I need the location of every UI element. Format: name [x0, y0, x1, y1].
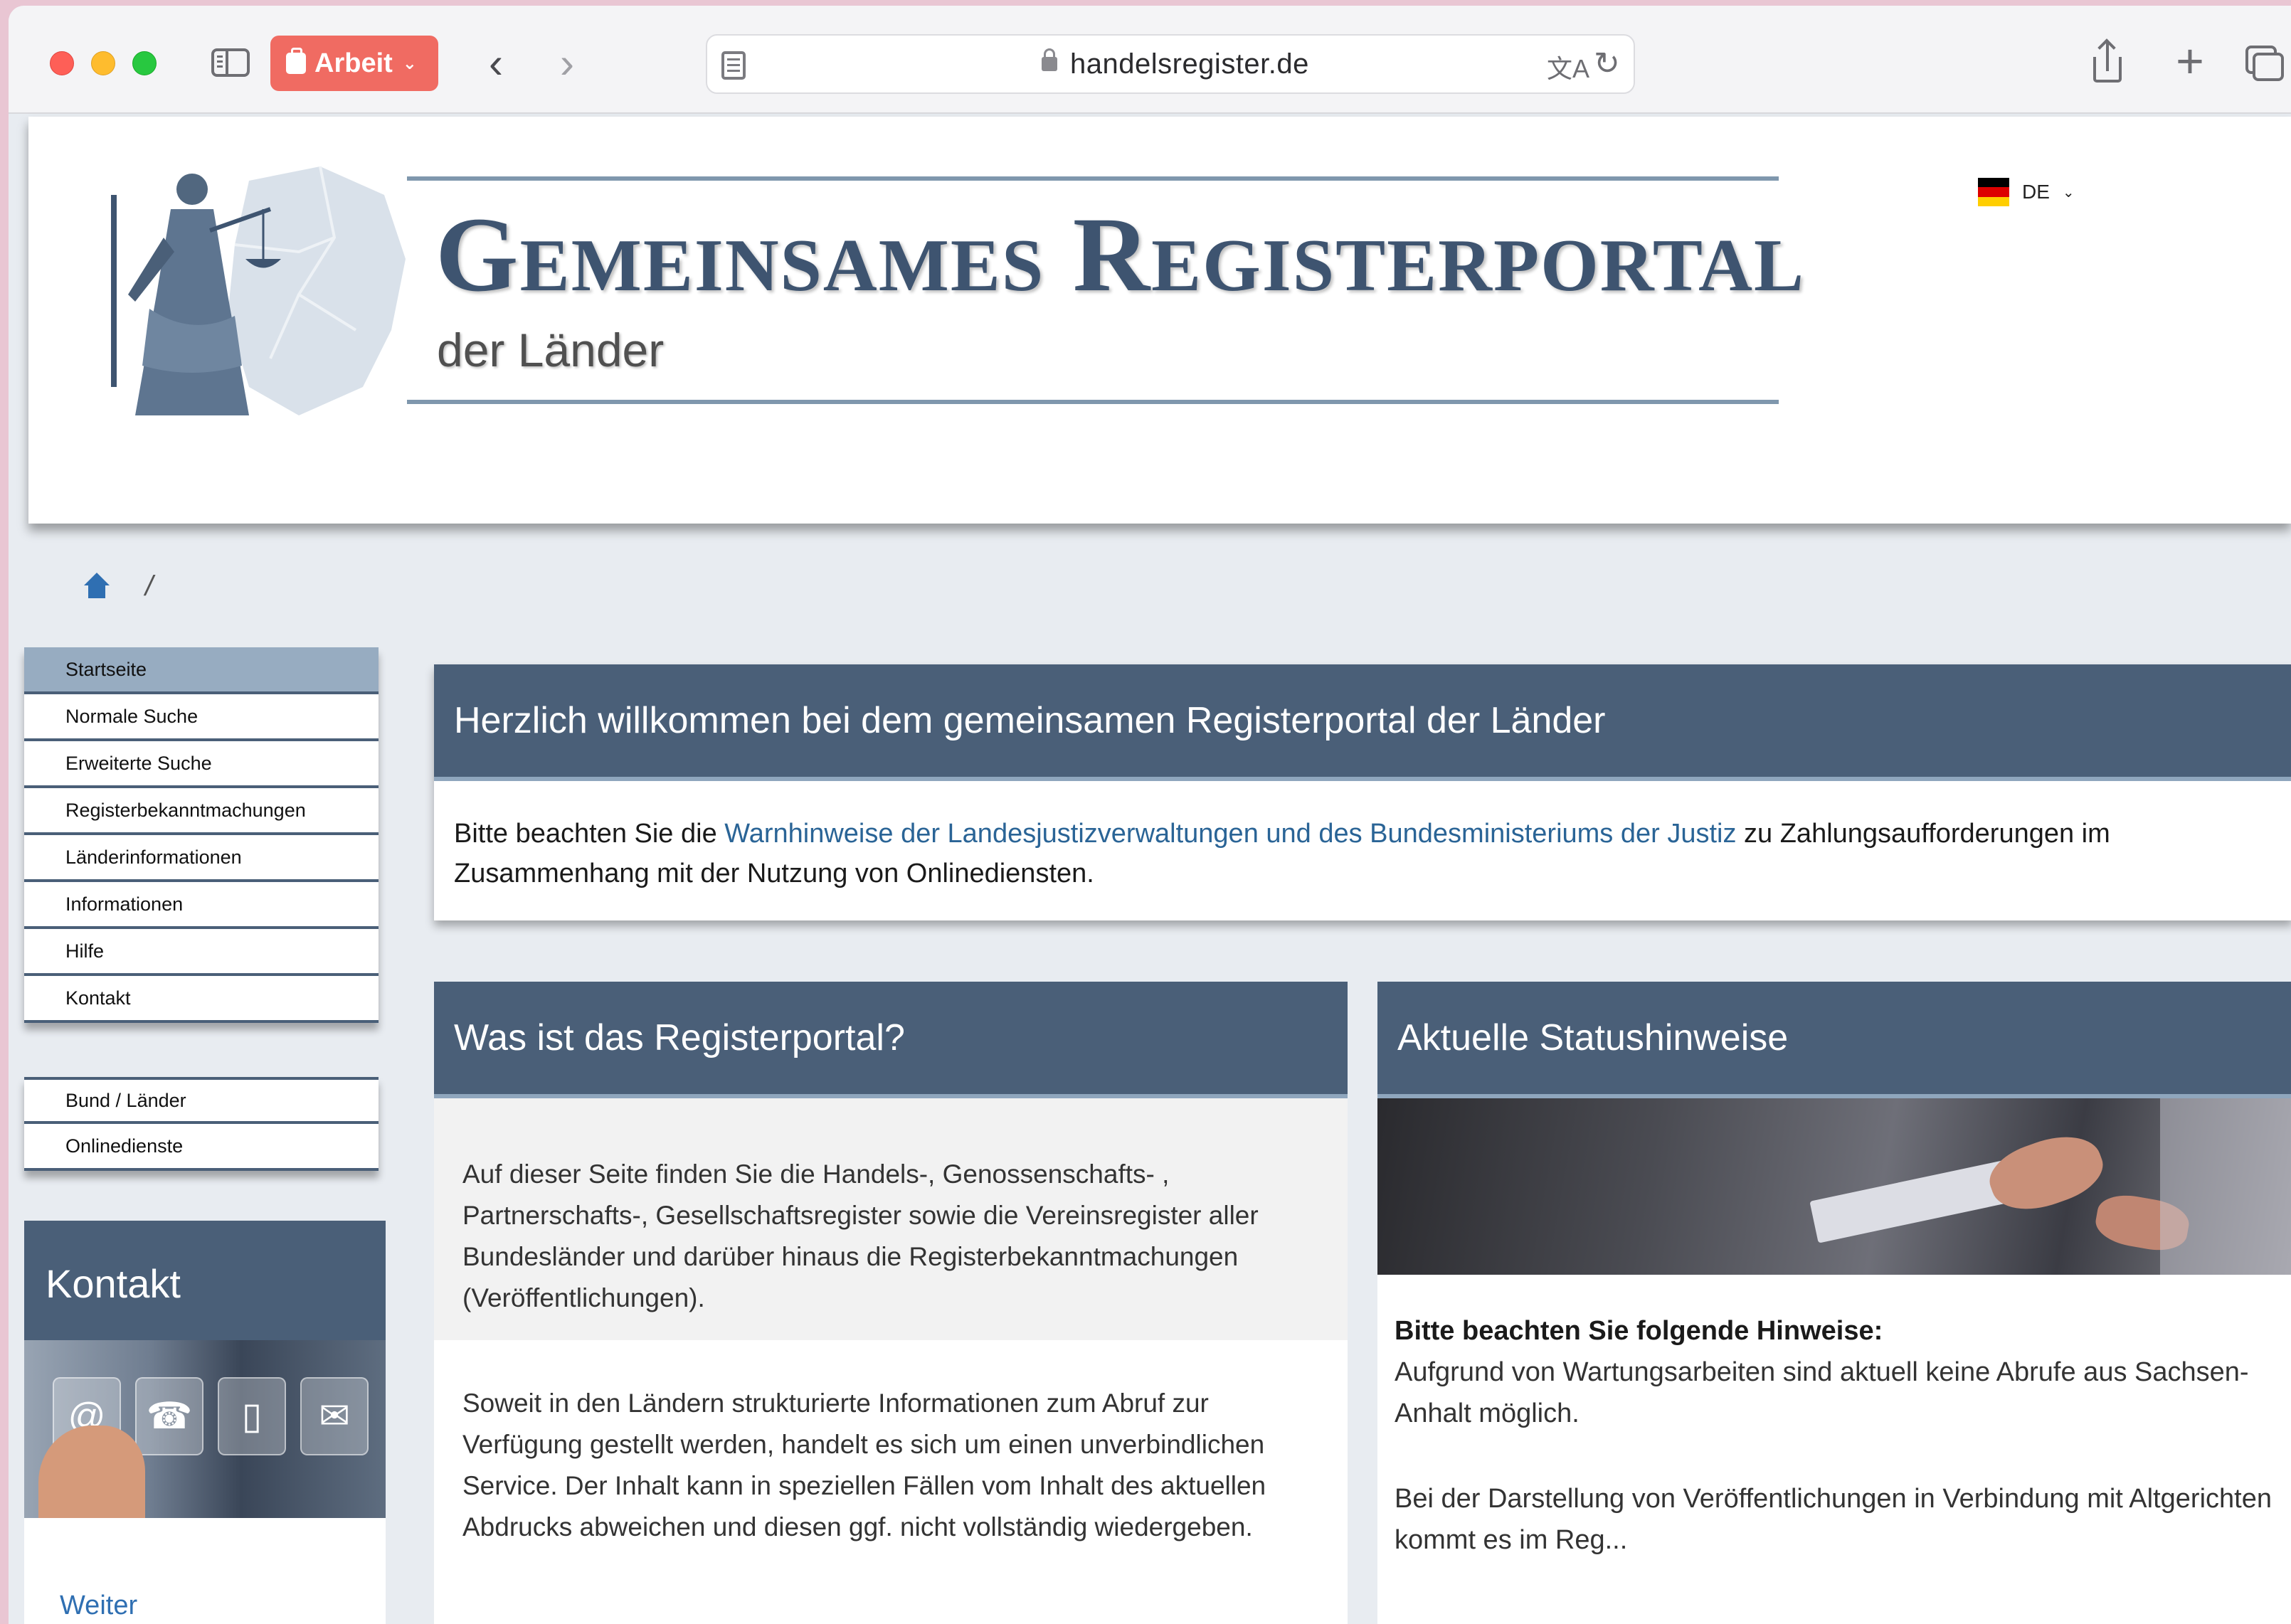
- chevron-down-icon: ⌄: [402, 53, 417, 73]
- about-panel: Was ist das Registerportal? Auf dieser S…: [434, 982, 1348, 1624]
- status-text: Bitte beachten Sie folgende Hinweise: Au…: [1377, 1275, 2291, 1561]
- menu-item-kontakt[interactable]: Kontakt: [24, 976, 379, 1023]
- menu-item-registerbekanntmachungen[interactable]: Registerbekanntmachungen: [24, 788, 379, 835]
- status-image: [1377, 1098, 2291, 1275]
- browser-window: Arbeit ⌄ ‹ › handelsregister.de 文A ↻ + G…: [9, 6, 2291, 1624]
- about-paragraph-2: Soweit in den Ländern strukturierte Info…: [434, 1340, 1348, 1548]
- menu-item-onlinedienste[interactable]: Onlinedienste: [24, 1124, 379, 1171]
- breadcrumb: /: [81, 570, 153, 603]
- browser-toolbar: Arbeit ⌄ ‹ › handelsregister.de 文A ↻ +: [9, 6, 2291, 114]
- share-icon[interactable]: [2089, 41, 2126, 84]
- address-bar[interactable]: handelsregister.de 文A ↻: [706, 34, 1635, 94]
- status-title: Aktuelle Statushinweise: [1377, 982, 2291, 1098]
- justitia-logo: [111, 166, 406, 415]
- german-flag-icon: [1978, 178, 2009, 206]
- brand-divider-top: [407, 176, 1779, 181]
- briefcase-icon: [286, 48, 306, 74]
- menu-item-erweiterte-suche[interactable]: Erweiterte Suche: [24, 741, 379, 788]
- main-menu: Startseite Normale Suche Erweiterte Such…: [24, 647, 379, 1023]
- menu-item-startseite[interactable]: Startseite: [24, 647, 379, 694]
- kontakt-widget: Kontakt @ ☎ ▯ ✉ Weiter: [24, 1221, 386, 1624]
- status-paragraph-2: Bei der Darstellung von Veröffentlichung…: [1395, 1484, 2272, 1555]
- welcome-title: Herzlich willkommen bei dem gemeinsamen …: [434, 664, 2291, 781]
- about-title: Was ist das Registerportal?: [434, 982, 1348, 1098]
- status-image-element: [1982, 1123, 2111, 1223]
- back-arrow-icon[interactable]: ‹: [478, 39, 514, 87]
- menu-item-laenderinformationen[interactable]: Länderinformationen: [24, 835, 379, 882]
- chevron-down-icon: ⌄: [2062, 184, 2075, 201]
- reader-mode-icon[interactable]: [721, 51, 746, 80]
- status-body-element: [1395, 1434, 2275, 1478]
- menu-item-hilfe[interactable]: Hilfe: [24, 929, 379, 976]
- url-text[interactable]: handelsregister.de: [1070, 48, 1309, 80]
- menu-item-informationen[interactable]: Informationen: [24, 882, 379, 929]
- warnhinweise-link[interactable]: Warnhinweise der Landesjustizverwaltunge…: [724, 819, 1736, 849]
- about-paragraph-1: Auf dieser Seite finden Sie die Handels-…: [434, 1098, 1348, 1340]
- brand-subtitle: der Länder: [437, 324, 665, 376]
- kontakt-image: @ ☎ ▯ ✉: [24, 1340, 386, 1518]
- breadcrumb-separator: /: [145, 570, 154, 602]
- status-paragraph-1: Aufgrund von Wartungsarbeiten sind aktue…: [1395, 1357, 2249, 1428]
- status-heading: Bitte beachten Sie folgende Hinweise:: [1395, 1316, 1883, 1346]
- lock-icon: [1042, 48, 1057, 71]
- status-image-element: [2160, 1098, 2291, 1275]
- zoom-window-button[interactable]: [132, 51, 157, 75]
- welcome-text: Bitte beachten Sie die Warnhinweise der …: [434, 781, 2291, 893]
- sidebar-toggle-icon[interactable]: [209, 46, 252, 80]
- menu-item-normale-suche[interactable]: Normale Suche: [24, 694, 379, 741]
- tab-overview-icon[interactable]: [2245, 46, 2285, 83]
- menu-item-bund-laender[interactable]: Bund / Länder: [24, 1077, 379, 1124]
- welcome-panel: Herzlich willkommen bei dem gemeinsamen …: [434, 664, 2291, 920]
- mobile-icon: ▯: [218, 1377, 286, 1455]
- new-tab-icon[interactable]: +: [2169, 34, 2211, 88]
- minimize-window-button[interactable]: [91, 51, 115, 75]
- forward-arrow-icon[interactable]: ›: [549, 39, 585, 87]
- kontakt-title: Kontakt: [24, 1221, 386, 1340]
- profile-label: Arbeit: [314, 48, 393, 78]
- reload-icon[interactable]: ↻: [1594, 46, 1620, 82]
- page-content: Gemeinsames Registerportal der Länder DE…: [9, 115, 2291, 1624]
- profile-button[interactable]: Arbeit ⌄: [270, 36, 438, 91]
- close-window-button[interactable]: [50, 51, 74, 75]
- brand-divider-bottom: [407, 400, 1779, 404]
- language-label: DE: [2022, 181, 2050, 203]
- kontakt-weiter-link[interactable]: Weiter: [60, 1591, 137, 1621]
- welcome-text-before: Bitte beachten Sie die: [454, 819, 725, 849]
- brand-title: Gemeinsames Registerportal: [435, 196, 1806, 314]
- site-header: Gemeinsames Registerportal der Länder DE…: [28, 117, 2291, 524]
- translate-icon[interactable]: 文A: [1547, 48, 1589, 85]
- home-icon[interactable]: [81, 572, 112, 601]
- phone-icon: ☎: [135, 1377, 203, 1455]
- secondary-menu: Bund / Länder Onlinedienste: [24, 1077, 379, 1171]
- status-panel: Aktuelle Statushinweise Bitte beachten S…: [1377, 982, 2291, 1624]
- language-selector[interactable]: DE ⌄: [1978, 178, 2075, 206]
- mail-icon: ✉: [300, 1377, 369, 1455]
